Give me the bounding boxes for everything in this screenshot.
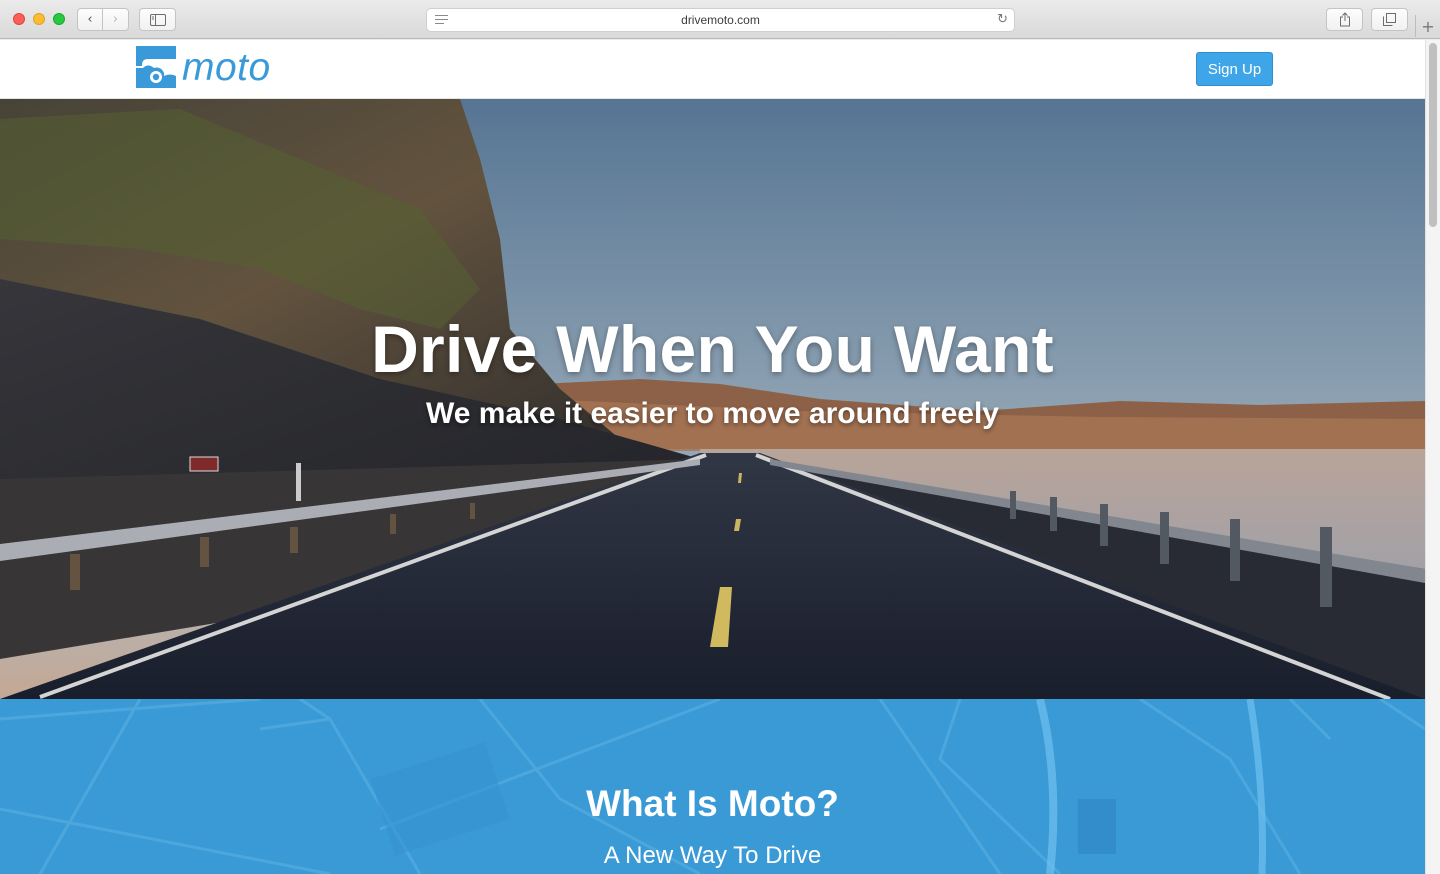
address-bar[interactable]: drivemoto.com ↻ [426, 8, 1015, 32]
site-navbar: moto Sign Up [0, 40, 1425, 99]
about-section: What Is Moto? A New Way To Drive [0, 699, 1425, 874]
hero-subtitle: We make it easier to move around freely [425, 397, 999, 430]
reload-icon[interactable]: ↻ [997, 12, 1008, 27]
chevron-left-icon[interactable]: ‹ [78, 9, 104, 30]
share-icon [1339, 12, 1350, 27]
scrollbar-thumb[interactable] [1429, 43, 1437, 227]
sign-up-button[interactable]: Sign Up [1196, 52, 1273, 86]
about-subtitle: A New Way To Drive [603, 842, 822, 869]
moto-logo[interactable]: moto [134, 46, 271, 88]
sidebar-icon [149, 13, 166, 26]
zoom-window-button[interactable] [53, 13, 65, 25]
reader-list-icon[interactable] [435, 15, 448, 27]
car-logo-icon [136, 46, 176, 88]
tabs-overview-button[interactable] [1371, 8, 1408, 31]
plus-icon[interactable]: + [1415, 15, 1440, 37]
page-scrollbar[interactable] [1425, 40, 1440, 874]
logo-wordmark: moto [182, 45, 271, 89]
minimize-window-button[interactable] [33, 13, 45, 25]
sidebar-toggle-button[interactable] [139, 8, 176, 31]
web-page: moto Sign Up Drive When You Want We make… [0, 40, 1425, 874]
hero-section: Drive When You Want We make it easier to… [0, 99, 1425, 699]
browser-toolbar: ‹ › drivemoto.com ↻ + [0, 0, 1440, 39]
chevron-right-icon[interactable]: › [103, 9, 128, 30]
close-window-button[interactable] [13, 13, 25, 25]
hero-title: Drive When You Want [371, 312, 1054, 386]
share-button[interactable] [1326, 8, 1363, 31]
url-text: drivemoto.com [681, 13, 760, 27]
history-nav-group: ‹ › [77, 8, 129, 31]
about-title: What Is Moto? [586, 783, 839, 824]
tabs-overview-icon [1383, 13, 1396, 26]
